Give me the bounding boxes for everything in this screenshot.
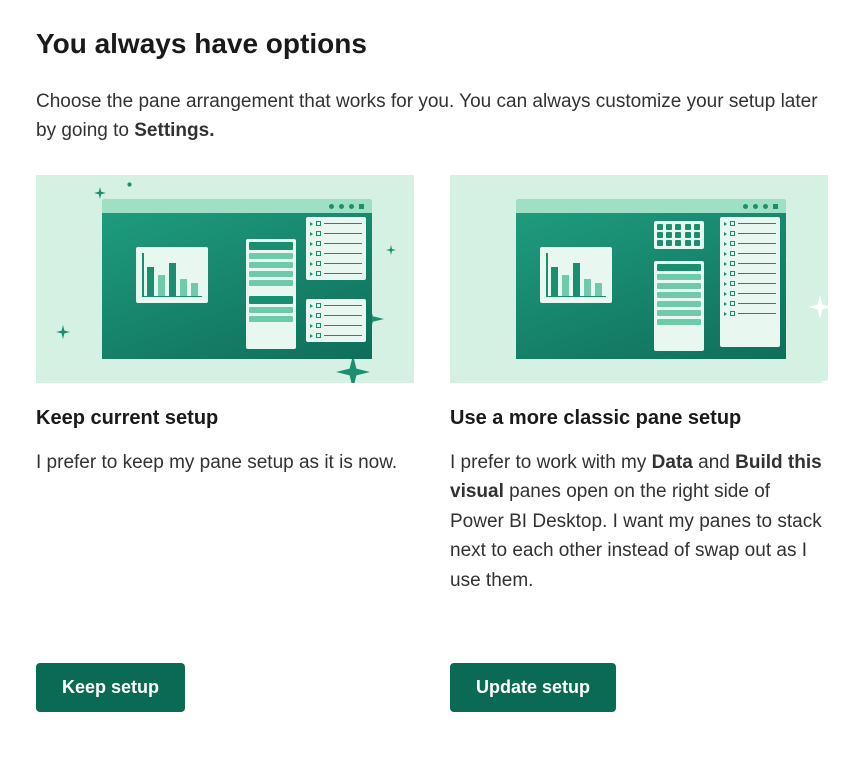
option-classic: Use a more classic pane setup I prefer t… bbox=[450, 175, 828, 595]
desc-text: I prefer to work with my bbox=[450, 452, 652, 473]
illustration-keep bbox=[36, 175, 414, 383]
desc-bold-data: Data bbox=[652, 452, 693, 473]
desc-text: and bbox=[693, 452, 735, 473]
description-settings-link: Settings. bbox=[134, 120, 214, 141]
illustration-classic bbox=[450, 175, 828, 383]
page-title: You always have options bbox=[36, 28, 828, 60]
desc-text: panes open on the right side of Power BI… bbox=[450, 481, 822, 590]
option-keep-current: Keep current setup I prefer to keep my p… bbox=[36, 175, 414, 595]
option-classic-description: I prefer to work with my Data and Build … bbox=[450, 448, 828, 595]
keep-setup-button[interactable]: Keep setup bbox=[36, 663, 185, 712]
update-setup-button[interactable]: Update setup bbox=[450, 663, 616, 712]
option-keep-description: I prefer to keep my pane setup as it is … bbox=[36, 448, 414, 595]
options-container: Keep current setup I prefer to keep my p… bbox=[36, 175, 828, 595]
option-classic-title: Use a more classic pane setup bbox=[450, 407, 828, 430]
page-description: Choose the pane arrangement that works f… bbox=[36, 88, 828, 145]
option-keep-title: Keep current setup bbox=[36, 407, 414, 430]
